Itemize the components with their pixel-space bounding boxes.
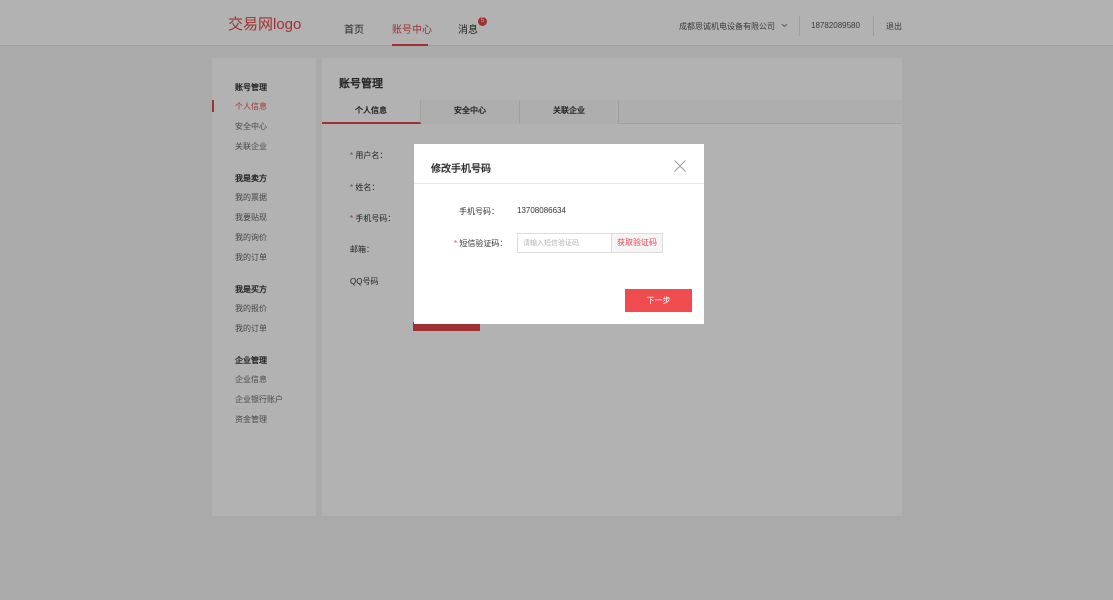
phone-number-label: 手机号码： (459, 207, 499, 216)
next-step-button[interactable]: 下一步 (625, 289, 692, 312)
change-phone-dialog: 修改手机号码 手机号码： 13708086634 * 短信验证码： 获取验证码 … (414, 144, 704, 324)
get-code-button[interactable]: 获取验证码 (611, 233, 663, 253)
close-icon[interactable] (673, 159, 687, 173)
sms-code-label: * 短信验证码： (454, 239, 508, 248)
phone-number-value: 13708086634 (517, 206, 566, 215)
dialog-header: 修改手机号码 (414, 144, 704, 184)
dialog-title: 修改手机号码 (431, 164, 491, 175)
sms-code-input[interactable] (517, 233, 611, 253)
